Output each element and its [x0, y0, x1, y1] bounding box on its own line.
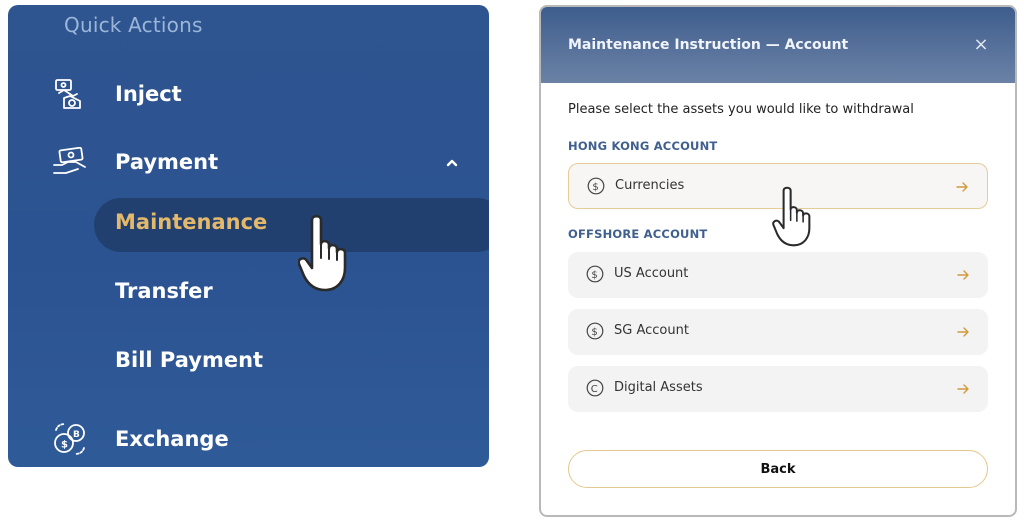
dollar-circle-icon: $ [587, 177, 605, 195]
arrow-right-icon [955, 179, 969, 193]
option-currencies-label: Currencies [615, 178, 685, 193]
maintenance-account-dialog: Maintenance Instruction — Account × Plea… [539, 5, 1017, 517]
cash-payment-icon [52, 144, 88, 180]
arrow-right-icon [956, 267, 970, 281]
quick-actions-panel: Quick Actions Inject Payment Maintenance… [8, 5, 489, 467]
arrow-right-icon [956, 381, 970, 395]
svg-text:$: $ [592, 182, 598, 193]
dialog-prompt: Please select the assets you would like … [568, 102, 914, 117]
close-icon[interactable]: × [971, 35, 991, 55]
svg-text:$: $ [591, 327, 597, 338]
back-button[interactable]: Back [568, 450, 988, 488]
sub-item-maintenance[interactable]: Maintenance [115, 210, 267, 234]
nav-item-exchange-label: Exchange [115, 427, 229, 451]
dollar-circle-icon: $ [586, 322, 604, 340]
offshore-account-heading: OFFSHORE ACCOUNT [568, 227, 708, 241]
arrow-right-icon [956, 324, 970, 338]
svg-text:$: $ [61, 440, 68, 451]
svg-text:$: $ [591, 270, 597, 281]
option-us-account-label: US Account [614, 266, 689, 281]
nav-item-inject-label: Inject [115, 82, 182, 106]
option-digital-assets-label: Digital Assets [614, 380, 703, 395]
coin-circle-icon: C [586, 379, 604, 397]
hand-pointer-icon [772, 186, 828, 254]
sub-item-transfer[interactable]: Transfer [115, 279, 213, 303]
option-us-account[interactable]: $ US Account [568, 252, 988, 298]
chevron-up-icon[interactable] [444, 155, 460, 171]
currency-exchange-icon: $ B [52, 421, 88, 457]
dollar-circle-icon: $ [586, 265, 604, 283]
hong-kong-account-heading: HONG KONG ACCOUNT [568, 139, 718, 153]
sub-item-bill-payment[interactable]: Bill Payment [115, 348, 263, 372]
hand-money-icon [52, 76, 88, 112]
option-sg-account-label: SG Account [614, 323, 689, 338]
option-digital-assets[interactable]: C Digital Assets [568, 366, 988, 412]
quick-actions-title: Quick Actions [64, 13, 203, 37]
hand-pointer-icon [297, 214, 368, 300]
svg-text:B: B [73, 430, 80, 440]
dialog-title: Maintenance Instruction — Account [568, 37, 849, 53]
nav-item-payment-label: Payment [115, 150, 219, 174]
svg-text:C: C [591, 384, 598, 395]
option-sg-account[interactable]: $ SG Account [568, 309, 988, 355]
